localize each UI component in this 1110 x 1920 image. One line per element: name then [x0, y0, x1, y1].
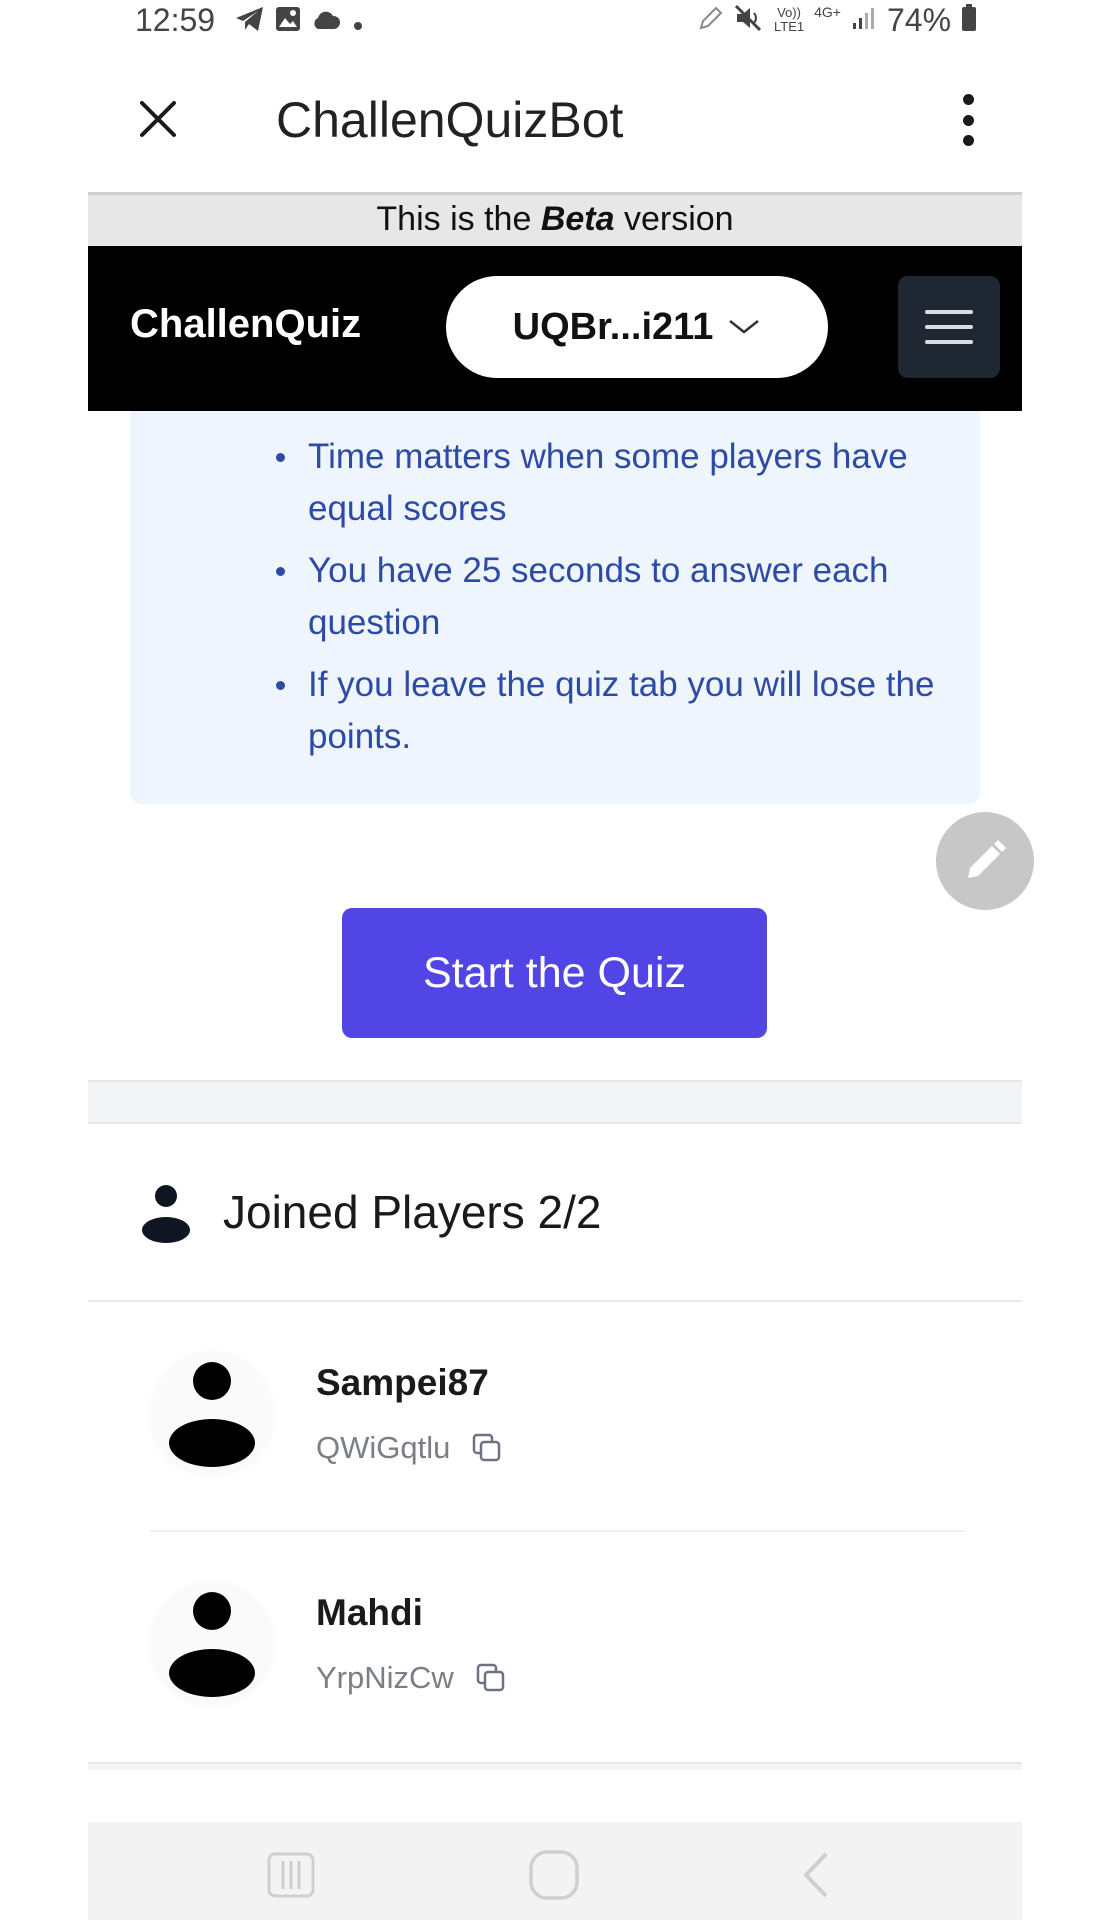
telegram-icon [235, 6, 265, 37]
player-name: Mahdi [316, 1592, 423, 1633]
pencil-icon [968, 840, 1006, 878]
pen-icon [698, 5, 724, 36]
menu-line [925, 340, 973, 344]
kebab-dot [962, 114, 974, 126]
volte-bottom: LTE1 [774, 19, 805, 34]
volte-top: Vo)) [777, 5, 801, 20]
player-row: Mahdi YrpNizCw [88, 1532, 1022, 1762]
user-icon [169, 1362, 255, 1467]
player-row: Sampei87 QWiGqtlu [88, 1302, 1022, 1532]
rule-item: You have 25 seconds to answer each quest… [274, 545, 964, 649]
kebab-dot [962, 94, 974, 105]
status-time: 12:59 [135, 2, 216, 38]
bot-title: ChallenQuizBot [276, 92, 624, 148]
menu-line [925, 325, 973, 329]
copy-icon[interactable] [472, 1433, 502, 1463]
back-button[interactable] [798, 1850, 834, 1900]
recent-apps-icon [267, 1852, 315, 1898]
player-id-wrap: QWiGqtlu [316, 1430, 502, 1466]
avatar [150, 1582, 274, 1706]
rules-list: Time matters when some players have equa… [274, 431, 964, 773]
home-icon [529, 1850, 579, 1900]
kebab-dot [962, 135, 974, 146]
avatar [150, 1352, 274, 1476]
net-type: 4G+ [814, 4, 841, 20]
players-title: Joined Players 2/2 [223, 1186, 602, 1238]
player-id: YrpNizCw [316, 1660, 454, 1695]
home-button[interactable] [528, 1850, 580, 1900]
wallet-address: UQBr...i211 [512, 305, 714, 348]
image-icon [275, 6, 301, 37]
copy-icon[interactable] [476, 1663, 506, 1693]
recent-apps-button[interactable] [266, 1850, 316, 1900]
rule-item: Time matters when some players have equa… [274, 431, 964, 535]
beta-banner: This is the Beta version [88, 192, 1022, 246]
cloud-icon [311, 8, 341, 36]
app-bar: ChallenQuiz UQBr...i211 [88, 246, 1022, 411]
telegram-header: ChallenQuizBot [88, 72, 1022, 172]
person-icon [142, 1185, 190, 1243]
beta-prefix: This is the [376, 200, 532, 238]
status-icons-left [235, 6, 365, 37]
player-id-wrap: YrpNizCw [316, 1660, 506, 1696]
menu-button[interactable] [898, 276, 1000, 378]
back-icon [803, 1852, 828, 1898]
close-button[interactable] [133, 94, 183, 144]
mute-icon [734, 4, 764, 37]
status-icons-right: Vo)) LTE1 4G+ 74% [698, 2, 977, 38]
wallet-selector[interactable]: UQBr...i211 [446, 276, 828, 378]
more-options-button[interactable] [948, 90, 988, 150]
menu-line [925, 310, 973, 314]
user-icon [169, 1592, 255, 1697]
beta-suffix: version [623, 200, 734, 238]
players-header: Joined Players 2/2 [88, 1124, 1022, 1302]
volte-indicator: Vo)) LTE1 [774, 6, 804, 34]
system-nav-bar [88, 1822, 1022, 1920]
battery-percent: 74% [886, 2, 952, 38]
rules-card: Time matters when some players have equa… [130, 411, 980, 804]
brand-logo[interactable]: ChallenQuiz [130, 302, 361, 347]
beta-emphasis: Beta [540, 200, 615, 238]
rule-item: If you leave the quiz tab you will lose … [274, 659, 964, 763]
section-separator [88, 1080, 1022, 1124]
status-bar: 12:59 Vo)) LTE1 4G+ 74% [0, 0, 1110, 52]
battery-icon [961, 3, 977, 37]
edit-button[interactable] [936, 812, 1034, 910]
signal-icon [851, 5, 877, 36]
start-quiz-button[interactable]: Start the Quiz [342, 908, 767, 1038]
dot-icon [351, 8, 365, 36]
close-icon [140, 101, 176, 137]
player-name: Sampei87 [316, 1362, 489, 1403]
players-bottom-edge [88, 1762, 1022, 1770]
player-id: QWiGqtlu [316, 1430, 451, 1465]
chevron-down-icon [729, 320, 760, 334]
